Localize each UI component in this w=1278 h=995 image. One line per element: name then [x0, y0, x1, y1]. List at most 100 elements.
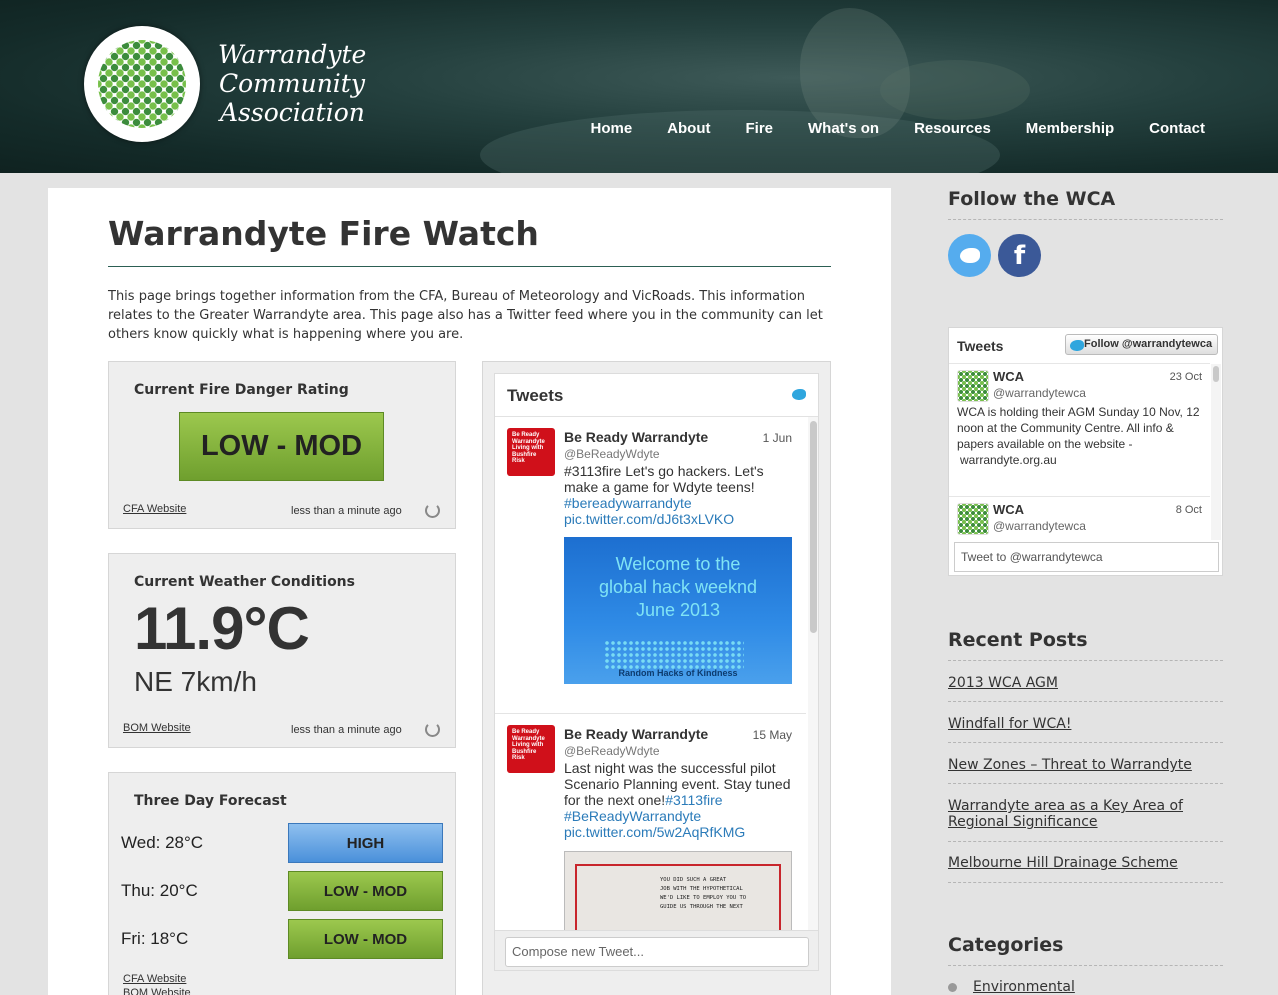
title-divider	[108, 266, 831, 267]
nav-contact[interactable]: Contact	[1149, 120, 1205, 137]
forecast-day: Wed: 28°C	[121, 833, 204, 852]
header-kookaburra-image-2	[880, 60, 1030, 120]
tweet-handle[interactable]: @BeReadyWdyte	[564, 447, 660, 461]
tweet-body: WCA is holding their AGM Sunday 10 Nov, …	[957, 404, 1207, 468]
fire-danger-heading: Current Fire Danger Rating	[134, 382, 349, 398]
divider	[948, 742, 1223, 743]
forecast-day: Thu: 20°C	[121, 881, 198, 900]
tweet-body: #3113fire Let's go hackers. Let's make a…	[564, 463, 796, 527]
tweet-date[interactable]: 23 Oct	[1170, 371, 1202, 383]
forecast-rating-badge: LOW - MOD	[288, 919, 443, 959]
page-title: Warrandyte Fire Watch	[108, 214, 539, 253]
tweet-pic-link[interactable]: pic.twitter.com/5w2AqRfKMG	[564, 824, 745, 840]
widget-tweet[interactable]: WCA 23 Oct @warrandytewca WCA is holding…	[949, 363, 1210, 496]
category-link[interactable]: Environmental	[973, 979, 1248, 995]
weather-panel: Current Weather Conditions 11.9°C NE 7km…	[108, 553, 456, 748]
tweet-date[interactable]: 1 Jun	[763, 431, 792, 445]
widget-scrollbar[interactable]	[1211, 364, 1221, 540]
nav-whats-on[interactable]: What's on	[808, 120, 879, 137]
tweet-image[interactable]: Welcome to the global hack weeknd June 2…	[564, 537, 792, 684]
tweet-link[interactable]: warrandyte.org.au	[957, 453, 1057, 467]
tweet-item[interactable]: Be Ready Warrandyte Living with Bushfire…	[495, 417, 806, 714]
fire-danger-rating-badge: LOW - MOD	[179, 412, 384, 481]
timeline-scrollbar[interactable]	[808, 417, 818, 932]
forecast-rating-badge: HIGH	[288, 823, 443, 863]
follow-button[interactable]: Follow @warrandytewca	[1065, 334, 1218, 355]
forecast-day: Fri: 18°C	[121, 929, 189, 948]
compose-tweet-input[interactable]: Compose new Tweet...	[505, 937, 809, 967]
tweet-image-line: June 2013	[635, 600, 721, 620]
refresh-icon[interactable]	[425, 503, 440, 518]
tweet-image-line: WE'D LIKE TO EMPLOY YOU TO	[660, 895, 747, 901]
bom-website-link[interactable]: BOM Website	[123, 987, 191, 995]
logo-text[interactable]: Warrandyte Community Association	[218, 40, 366, 127]
tweet-image-line: global hack weeknd	[598, 577, 758, 597]
divider	[948, 219, 1223, 220]
widget-tweet[interactable]: WCA 8 Oct @warrandytewca	[949, 496, 1210, 542]
twitter-bird-icon[interactable]	[792, 389, 806, 400]
tweet-avatar[interactable]: Be Ready Warrandyte Living with Bushfire…	[507, 725, 555, 773]
widget-title: Tweets	[957, 338, 1004, 354]
bom-website-link[interactable]: BOM Website	[123, 722, 191, 734]
refresh-icon[interactable]	[425, 722, 440, 737]
tweet-hashtag-link[interactable]: #BeReadyWarrandyte	[564, 808, 701, 824]
wca-avatar[interactable]	[957, 370, 989, 402]
recent-post-link[interactable]: 2013 WCA AGM	[948, 675, 1223, 691]
recent-post-link[interactable]: New Zones – Threat to Warrandyte	[948, 757, 1223, 773]
tweet-author-name[interactable]: WCA	[993, 502, 1024, 517]
recent-posts-heading: Recent Posts	[948, 629, 1088, 651]
tweet-author-name[interactable]: WCA	[993, 369, 1024, 384]
tweet-image[interactable]: YOU DID SUCH A GREAT JOB WITH THE HYPOTH…	[564, 851, 792, 941]
main-content: Warrandyte Fire Watch This page brings t…	[48, 188, 891, 995]
tweet-to-input[interactable]: Tweet to @warrandytewca	[954, 542, 1219, 572]
logo-line: Association	[220, 98, 365, 127]
forecast-heading: Three Day Forecast	[134, 793, 287, 809]
facebook-icon[interactable]: f	[998, 234, 1041, 277]
follow-button-label: Follow @warrandytewca	[1084, 338, 1213, 350]
temperature-value: 11.9°C	[134, 595, 310, 662]
timeline-title: Tweets	[507, 386, 564, 405]
forecast-panel: Three Day Forecast Wed: 28°C HIGH Thu: 2…	[108, 772, 456, 995]
follow-heading: Follow the WCA	[948, 188, 1116, 210]
nav-membership[interactable]: Membership	[1026, 120, 1114, 137]
tweet-author-name[interactable]: Be Ready Warrandyte	[564, 429, 708, 445]
bullet-icon	[948, 983, 957, 992]
updated-time: less than a minute ago	[291, 724, 402, 736]
tweet-hashtag-link[interactable]: #3113fire	[665, 792, 722, 808]
twitter-widget: Tweets Follow @warrandytewca WCA 23 Oct …	[948, 327, 1223, 576]
tweet-image-line: YOU DID SUCH A GREAT	[660, 877, 727, 883]
timeline-header: Tweets	[495, 374, 818, 417]
cfa-website-link[interactable]: CFA Website	[123, 973, 186, 985]
nav-fire[interactable]: Fire	[746, 120, 774, 137]
tweet-handle[interactable]: @warrandytewca	[993, 519, 1086, 533]
tweet-avatar[interactable]: Be Ready Warrandyte Living with Bushfire…	[507, 428, 555, 476]
wind-value: NE 7km/h	[134, 666, 257, 697]
tweet-handle[interactable]: @warrandytewca	[993, 386, 1086, 400]
twitter-icon[interactable]	[948, 234, 991, 277]
divider	[948, 882, 1223, 883]
tweet-pic-link[interactable]: pic.twitter.com/dJ6t3xLVKO	[564, 511, 734, 527]
nav-resources[interactable]: Resources	[914, 120, 991, 137]
tweet-author-name[interactable]: Be Ready Warrandyte	[564, 726, 708, 742]
tweet-image-pixel-art	[604, 640, 744, 670]
twitter-bird-icon	[959, 248, 980, 263]
tweet-date[interactable]: 8 Oct	[1176, 504, 1202, 516]
tweet-image-line: GUIDE US THROUGH THE NEXT	[660, 904, 743, 910]
tweet-handle[interactable]: @BeReadyWdyte	[564, 744, 660, 758]
logo-emblem[interactable]	[84, 26, 200, 142]
wca-avatar[interactable]	[957, 503, 989, 535]
divider	[948, 965, 1223, 966]
cfa-website-link[interactable]: CFA Website	[123, 503, 186, 515]
tweet-date[interactable]: 15 May	[753, 728, 792, 742]
recent-post-link[interactable]: Warrandyte area as a Key Area of Regiona…	[948, 798, 1188, 830]
recent-post-link[interactable]: Windfall for WCA!	[948, 716, 1223, 732]
categories-heading: Categories	[948, 934, 1064, 956]
nav-about[interactable]: About	[667, 120, 710, 137]
nav-home[interactable]: Home	[590, 120, 632, 137]
tweet-hashtag-link[interactable]: #bereadywarrandyte	[564, 495, 692, 511]
tweets-panel: Tweets Be Ready Warrandyte Living with B…	[482, 361, 831, 995]
recent-post-link[interactable]: Melbourne Hill Drainage Scheme	[948, 855, 1223, 871]
tweet-text: #3113fire Let's go hackers. Let's make a…	[564, 463, 764, 495]
divider	[948, 783, 1223, 784]
intro-paragraph: This page brings together information fr…	[108, 289, 823, 342]
